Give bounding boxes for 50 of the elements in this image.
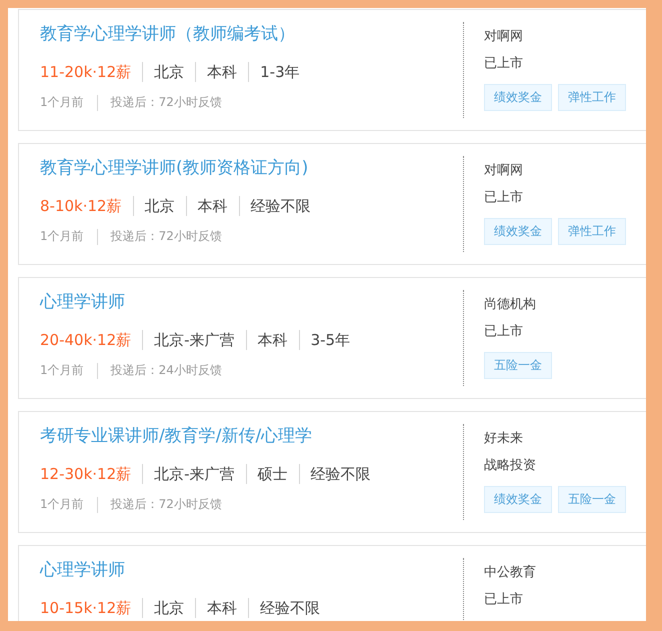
job-requirement: 经验不限 xyxy=(310,464,371,484)
benefit-tag: 绩效奖金 xyxy=(484,218,552,245)
company-name[interactable]: 对啊网 xyxy=(484,28,626,46)
posted-time: 1个月前 xyxy=(40,496,84,513)
job-requirement: 1-3年 xyxy=(260,62,300,82)
job-requirement: 本科 xyxy=(207,62,238,82)
job-requirement: 北京 xyxy=(154,598,184,618)
job-requirement: 本科 xyxy=(207,598,238,618)
funding-stage: 已上市 xyxy=(484,323,524,341)
posted-time: 1个月前 xyxy=(40,94,84,111)
feedback-time: 投递后：72小时反馈 xyxy=(110,496,222,513)
job-requirement: 北京-来广营 xyxy=(154,330,235,350)
job-requirement: 硕士 xyxy=(258,464,288,484)
company-name[interactable]: 中公教育 xyxy=(484,564,536,582)
salary: 11-20k·12薪 xyxy=(40,62,132,82)
salary: 12-30k·12薪 xyxy=(40,464,132,484)
job-card[interactable]: 考研专业课讲师/教育学/新传/心理学 12-30k·12薪 北京-来广营 硕士 经验不限 1个月前 投递后：72小时反馈 好未来 战略投资 绩效奖金 五险一金 xyxy=(18,411,646,533)
posted-time: 1个月前 xyxy=(40,228,84,245)
job-requirement: 经验不限 xyxy=(260,598,320,618)
salary: 8-10k·12薪 xyxy=(40,196,122,216)
feedback-time: 投递后：24小时反馈 xyxy=(110,362,222,379)
job-requirement: 经验不限 xyxy=(250,196,311,216)
job-requirement: 3-5年 xyxy=(310,330,350,350)
job-requirement: 北京 xyxy=(144,196,175,216)
funding-stage: 已上市 xyxy=(484,591,524,609)
benefit-tag: 绩效奖金 xyxy=(484,84,552,111)
job-requirement: 本科 xyxy=(258,330,288,350)
benefit-tag: 弹性工作 xyxy=(558,218,626,245)
posted-time: 1个月前 xyxy=(40,362,84,379)
funding-stage: 战略投资 xyxy=(484,457,537,475)
job-card[interactable]: 心理学讲师 20-40k·12薪 北京-来广营 本科 3-5年 1个月前 投递后：24小时反馈 尚德机构 已上市 五险一金 xyxy=(18,277,646,399)
salary: 10-15k·12薪 xyxy=(40,598,132,618)
salary: 20-40k·12薪 xyxy=(40,330,132,350)
benefit-tag: 绩效奖金 xyxy=(484,486,552,513)
benefit-tag: 五险一金 xyxy=(484,352,552,379)
company-name[interactable]: 尚德机构 xyxy=(484,296,552,314)
company-name[interactable]: 好未来 xyxy=(484,430,626,448)
feedback-time: 投递后：72小时反馈 xyxy=(110,94,222,111)
job-card[interactable]: 教育学心理学讲师（教师编考试） 11-20k·12薪 北京 本科 1-3年 1个月前 投递后：72小时反馈 对啊网 已上市 绩效奖金 弹性工作 xyxy=(18,9,646,131)
benefit-tag: 弹性工作 xyxy=(558,84,626,111)
benefit-tag: 五险一金 xyxy=(558,486,626,513)
funding-stage: 已上市 xyxy=(484,189,524,207)
job-requirement: 北京-来广营 xyxy=(154,464,235,484)
funding-stage: 已上市 xyxy=(484,55,524,73)
job-card[interactable]: 心理学讲师 10-15k·12薪 北京 本科 经验不限 中公教育 已上市 xyxy=(18,545,646,621)
job-card[interactable]: 教育学心理学讲师(教师资格证方向) 8-10k·12薪 北京 本科 经验不限 1个月前 投递后：72小时反馈 对啊网 已上市 绩效奖金 弹性工作 xyxy=(18,143,646,265)
job-requirement: 北京 xyxy=(154,62,184,82)
company-name[interactable]: 对啊网 xyxy=(484,162,626,180)
job-requirement: 本科 xyxy=(198,196,228,216)
feedback-time: 投递后：72小时反馈 xyxy=(110,228,222,245)
